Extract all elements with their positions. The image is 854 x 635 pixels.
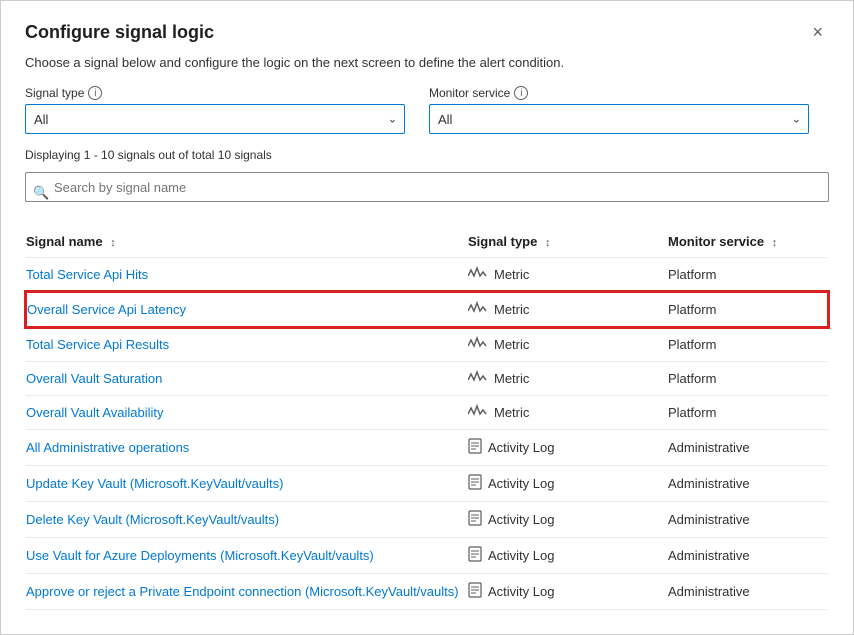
monitor-service-text: Platform [668,362,828,396]
search-input[interactable] [25,172,829,202]
signal-name-link[interactable]: Overall Vault Availability [26,405,164,420]
signal-type-label: Signal type i [25,86,405,100]
signal-name-link[interactable]: All Administrative operations [26,440,189,455]
signal-name-link[interactable]: Update Key Vault (Microsoft.KeyVault/vau… [26,476,283,491]
monitor-service-text: Platform [668,258,828,293]
search-wrapper: 🔍 [25,172,829,214]
monitor-service-select-wrapper: All ⌄ [429,104,809,134]
table-row[interactable]: Overall Vault Saturation Metric Platform [26,362,828,396]
table-row[interactable]: Delete Key Vault (Microsoft.KeyVault/vau… [26,502,828,538]
dialog-description: Choose a signal below and configure the … [25,55,829,70]
table-row[interactable]: Total Service Api Hits Metric Platform [26,258,828,293]
signal-name-link[interactable]: Approve or reject a Private Endpoint con… [26,584,459,599]
table-row[interactable]: Total Service Api Results Metric Platform [26,327,828,362]
monitor-service-text: Platform [668,327,828,362]
activity-log-icon [468,510,482,529]
signal-name-link[interactable]: Overall Service Api Latency [27,302,186,317]
search-icon: 🔍 [33,185,49,201]
signal-type-text: Metric [494,267,529,282]
metric-icon [468,301,488,318]
signal-type-text: Activity Log [488,476,554,491]
filters-row: Signal type i All ⌄ Monitor service i Al… [25,86,829,134]
dialog-header: Configure signal logic × [25,21,829,43]
monitor-service-text: Administrative [668,466,828,502]
signal-type-select[interactable]: All [25,104,405,134]
table-row[interactable]: Overall Vault Availability Metric Platfor… [26,396,828,430]
sort-icon-signal-name: ↕ [110,237,116,249]
signal-type-text: Metric [494,371,529,386]
monitor-service-label: Monitor service i [429,86,809,100]
monitor-service-text: Administrative [668,574,828,610]
displaying-text: Displaying 1 - 10 signals out of total 1… [25,148,829,162]
signal-name-link[interactable]: Delete Key Vault (Microsoft.KeyVault/vau… [26,512,279,527]
monitor-service-filter-group: Monitor service i All ⌄ [429,86,809,134]
monitor-service-text: Administrative [668,430,828,466]
configure-signal-dialog: Configure signal logic × Choose a signal… [0,0,854,635]
signal-name-link[interactable]: Total Service Api Results [26,337,169,352]
signal-type-text: Activity Log [488,584,554,599]
sort-icon-monitor-service: ↕ [772,237,778,249]
dialog-title: Configure signal logic [25,22,214,43]
signal-name-link[interactable]: Use Vault for Azure Deployments (Microso… [26,548,374,563]
monitor-service-text: Platform [668,396,828,430]
signals-table: Signal name ↕ Signal type ↕ Monitor serv… [25,226,829,610]
column-monitor-service[interactable]: Monitor service ↕ [668,226,828,258]
signal-type-info-icon: i [88,86,102,100]
signal-type-text: Metric [494,302,529,317]
monitor-service-text: Administrative [668,538,828,574]
monitor-service-select[interactable]: All [429,104,809,134]
table-row[interactable]: Use Vault for Azure Deployments (Microso… [26,538,828,574]
signal-type-filter-group: Signal type i All ⌄ [25,86,405,134]
signal-type-text: Activity Log [488,512,554,527]
activity-log-icon [468,546,482,565]
activity-log-icon [468,438,482,457]
monitor-service-text: Platform [668,292,828,327]
metric-icon [468,336,488,353]
table-row[interactable]: Update Key Vault (Microsoft.KeyVault/vau… [26,466,828,502]
column-signal-type[interactable]: Signal type ↕ [468,226,668,258]
sort-icon-signal-type: ↕ [545,237,551,249]
monitor-service-info-icon: i [514,86,528,100]
table-row[interactable]: All Administrative operations Activity L… [26,430,828,466]
close-button[interactable]: × [806,21,829,43]
metric-icon [468,404,488,421]
signal-name-link[interactable]: Total Service Api Hits [26,267,148,282]
table-header-row: Signal name ↕ Signal type ↕ Monitor serv… [26,226,828,258]
column-signal-name[interactable]: Signal name ↕ [26,226,468,258]
signal-type-text: Metric [494,405,529,420]
signal-name-link[interactable]: Overall Vault Saturation [26,371,162,386]
signal-type-text: Activity Log [488,548,554,563]
activity-log-icon [468,474,482,493]
metric-icon [468,266,488,283]
signal-type-text: Activity Log [488,440,554,455]
table-row[interactable]: Overall Service Api Latency Metric Platfo… [26,292,828,327]
table-row[interactable]: Approve or reject a Private Endpoint con… [26,574,828,610]
activity-log-icon [468,582,482,601]
signal-type-select-wrapper: All ⌄ [25,104,405,134]
metric-icon [468,370,488,387]
monitor-service-text: Administrative [668,502,828,538]
signal-type-text: Metric [494,337,529,352]
